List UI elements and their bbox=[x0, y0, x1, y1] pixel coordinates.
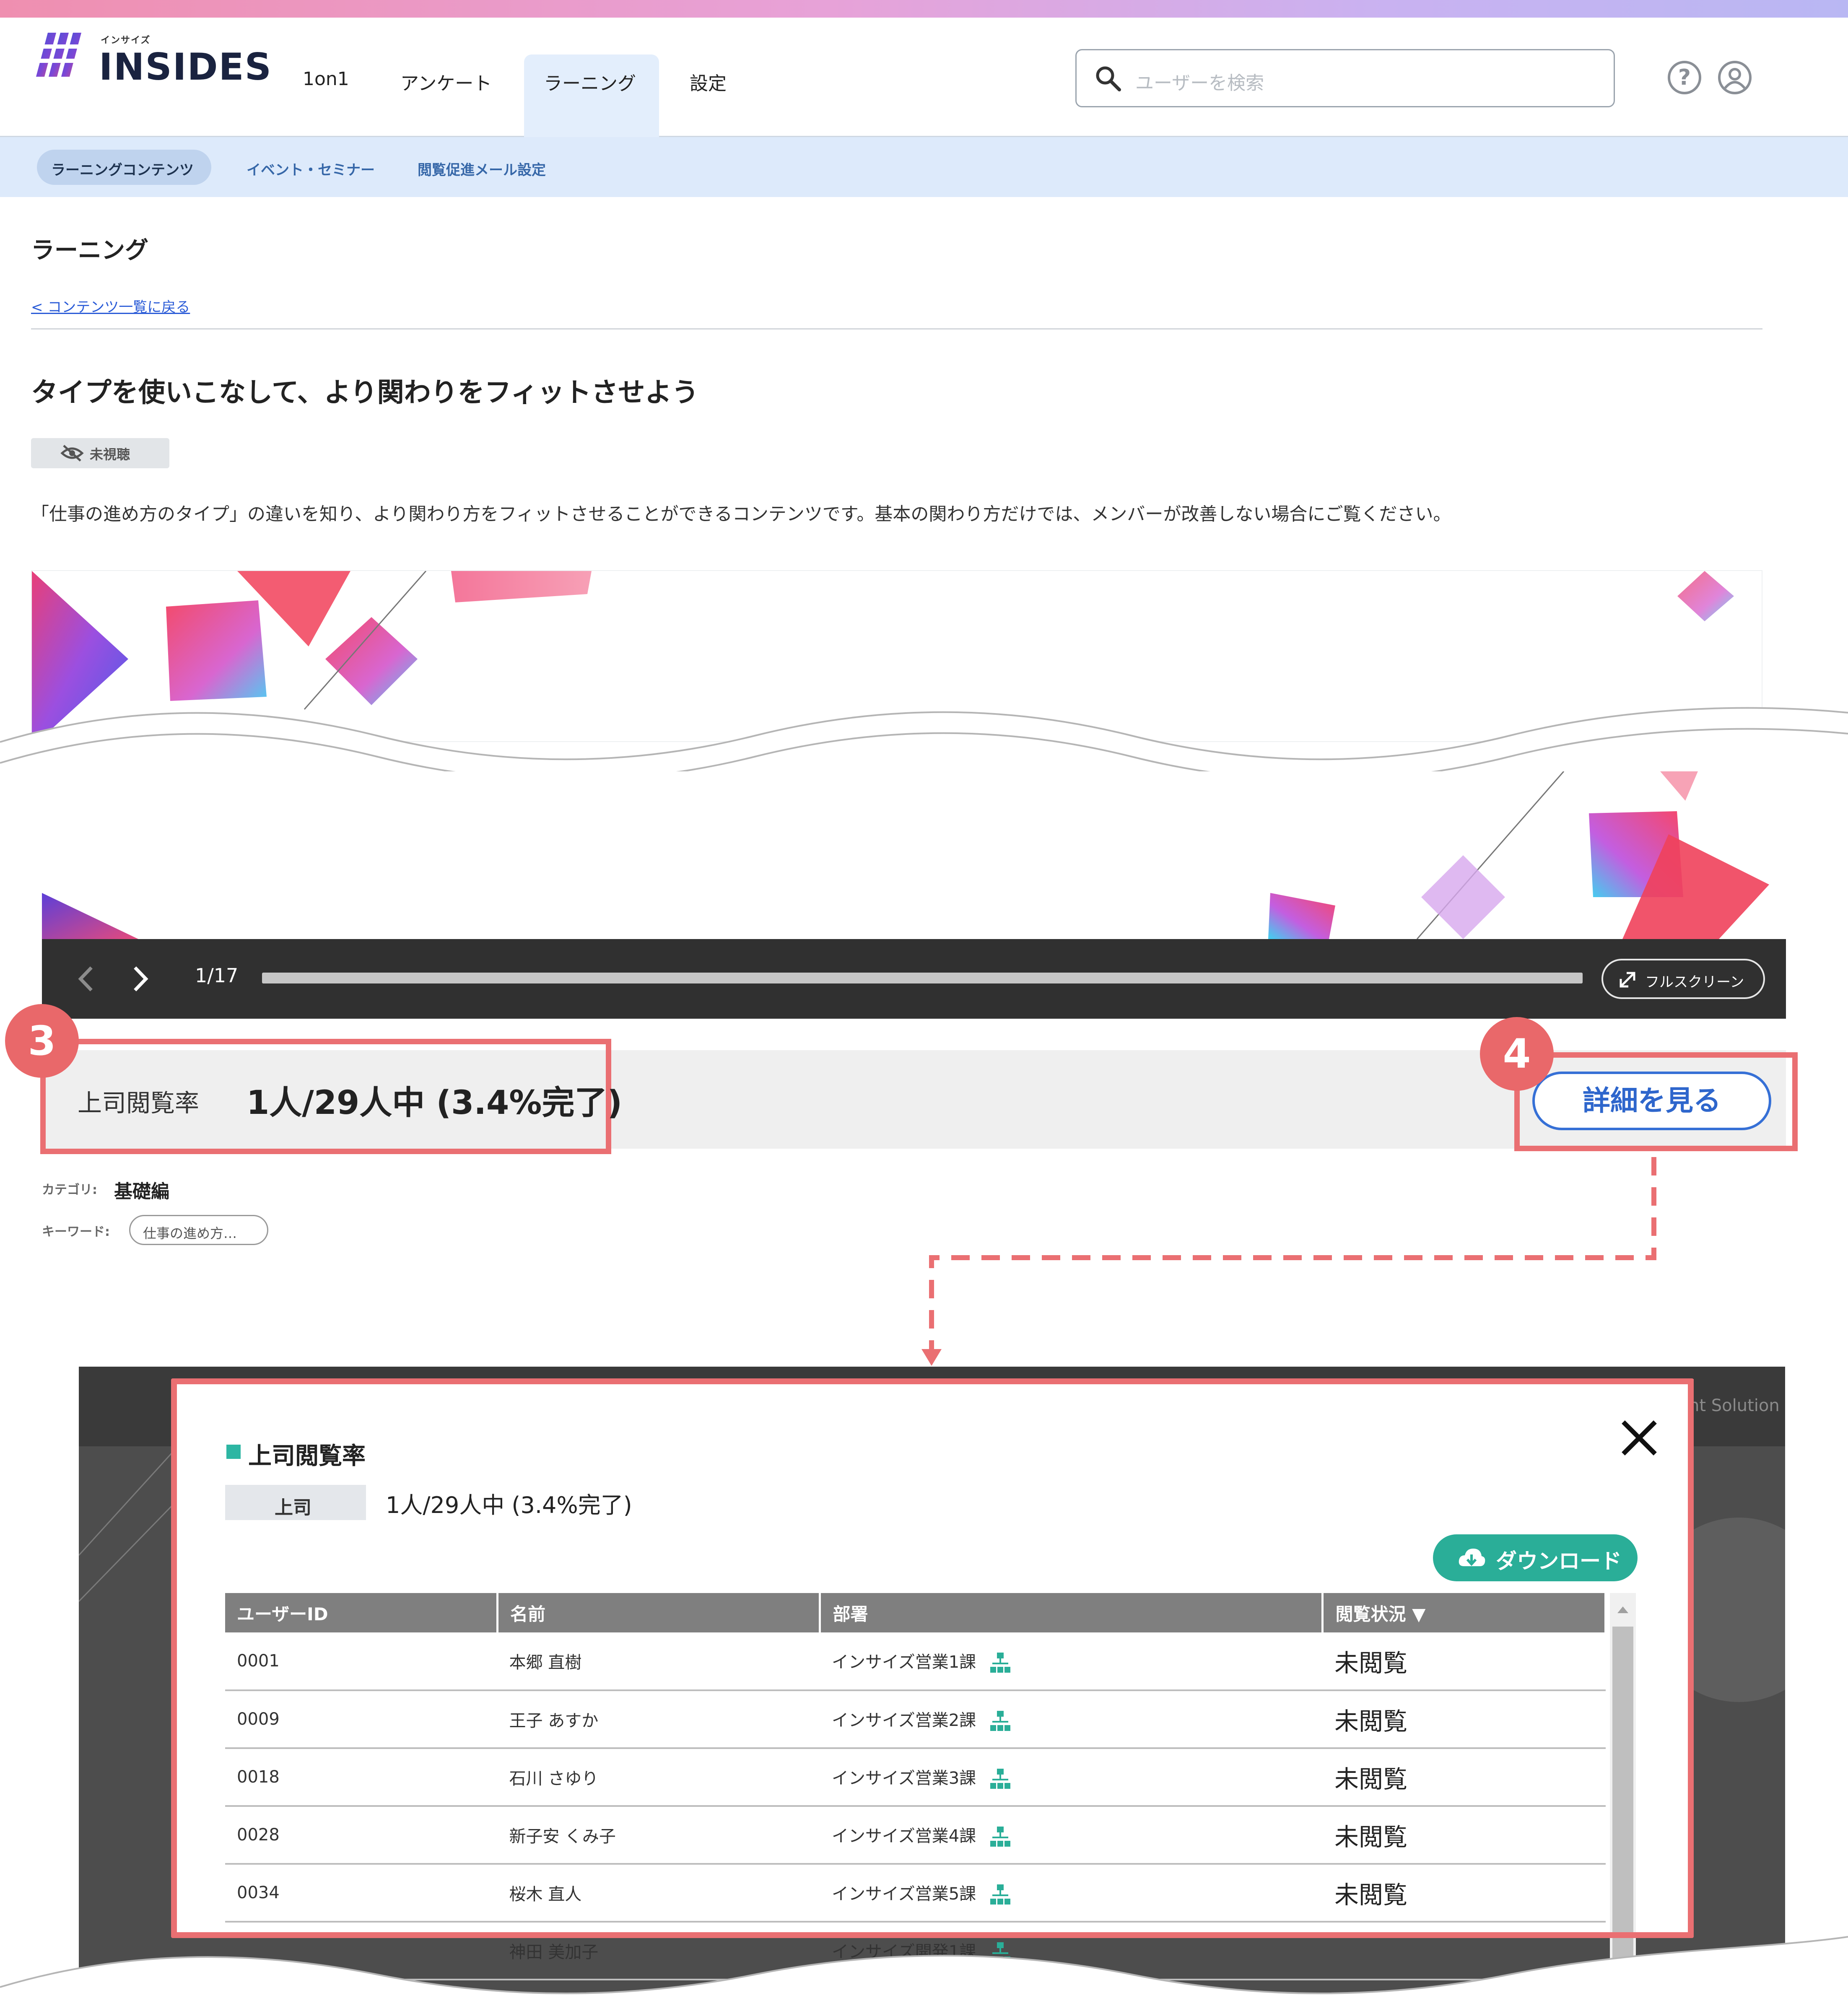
backdrop-text: nt Solution bbox=[1689, 1396, 1780, 1415]
cutoff-wave-bottom bbox=[0, 1936, 1848, 1998]
connector-arrow bbox=[921, 1157, 1656, 1366]
modal-highlight-frame bbox=[171, 1378, 1694, 1938]
